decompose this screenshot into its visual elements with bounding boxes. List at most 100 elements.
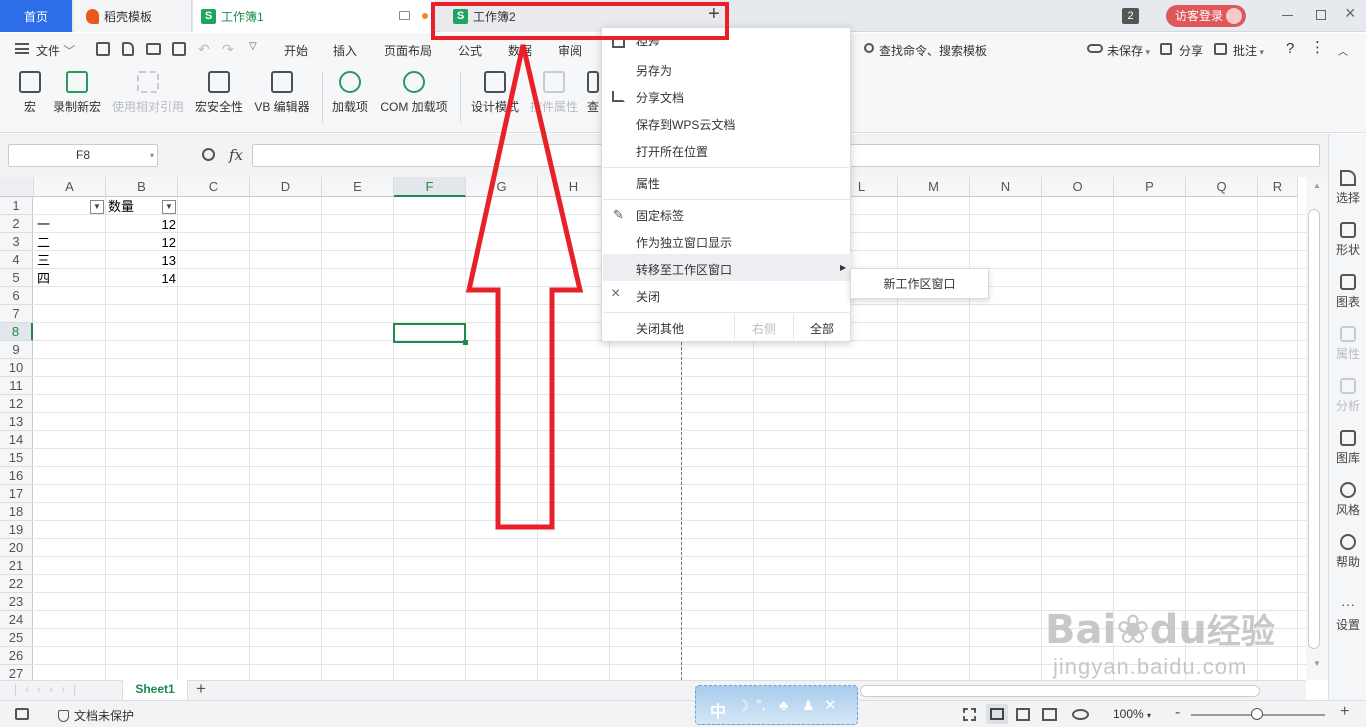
- close-window-button[interactable]: ×: [1345, 3, 1356, 24]
- row-header[interactable]: 25: [0, 629, 33, 647]
- cell-b1[interactable]: 数量: [108, 198, 134, 216]
- unsaved-status[interactable]: 未保存 ▾: [1107, 42, 1150, 59]
- more-options-icon[interactable]: ⋮: [1310, 38, 1325, 56]
- row-header[interactable]: 24: [0, 611, 33, 629]
- page-layout-view-icon[interactable]: [1042, 708, 1057, 721]
- restore-button[interactable]: [1316, 10, 1326, 20]
- ctx-close[interactable]: 关闭: [636, 288, 660, 305]
- ime-chinese-mode[interactable]: 中: [710, 698, 726, 722]
- scroll-up-arrow[interactable]: ▲: [1313, 181, 1321, 190]
- row-header[interactable]: 22: [0, 575, 33, 593]
- row-header[interactable]: 7: [0, 305, 33, 323]
- side-chart[interactable]: 图表: [1329, 274, 1366, 310]
- punctuation-icon[interactable]: °,: [756, 696, 766, 712]
- save-icon[interactable]: [96, 42, 110, 56]
- column-header[interactable]: B: [106, 177, 178, 197]
- name-box[interactable]: F8 ▾: [8, 144, 158, 167]
- fx-button[interactable]: fx: [229, 146, 243, 164]
- row-header[interactable]: 19: [0, 521, 33, 539]
- row-header[interactable]: 8: [0, 323, 33, 341]
- column-header[interactable]: E: [322, 177, 394, 197]
- column-header[interactable]: M: [898, 177, 970, 197]
- record-macro-button[interactable]: 录制新宏: [52, 71, 102, 115]
- column-header[interactable]: R: [1258, 177, 1298, 197]
- filter-dropdown-a1[interactable]: ▼: [90, 200, 104, 214]
- normal-view-icon[interactable]: [986, 704, 1008, 724]
- ime-toolbar[interactable]: 中 ☽ °, ♣ ♟ ✕: [695, 685, 858, 725]
- ctx-pin-tab[interactable]: 固定标签: [636, 207, 684, 224]
- row-header[interactable]: 18: [0, 503, 33, 521]
- row-header[interactable]: 1: [0, 197, 33, 215]
- column-header[interactable]: P: [1114, 177, 1186, 197]
- comment-button[interactable]: 批注 ▾: [1233, 42, 1264, 59]
- print-preview-icon[interactable]: [172, 42, 186, 56]
- cell-b4[interactable]: 13: [106, 252, 176, 270]
- sheet-nav-arrows[interactable]: |‹‹››|: [14, 682, 84, 696]
- sheet-tab-sheet1[interactable]: Sheet1: [122, 680, 188, 701]
- scroll-down-arrow[interactable]: ▼: [1313, 659, 1321, 668]
- row-header[interactable]: 5: [0, 269, 33, 287]
- row-header[interactable]: 21: [0, 557, 33, 575]
- ctx-share-doc[interactable]: 分享文档: [636, 89, 684, 106]
- column-header[interactable]: N: [970, 177, 1042, 197]
- ctx-save-as[interactable]: 另存为: [636, 62, 672, 79]
- side-shape[interactable]: 形状: [1329, 222, 1366, 258]
- share-button[interactable]: 分享: [1179, 42, 1203, 59]
- fullscreen-icon[interactable]: [963, 708, 976, 721]
- control-properties-button[interactable]: 控件属性: [528, 71, 580, 115]
- tab-docer[interactable]: 稻壳模板: [74, 0, 192, 32]
- row-header[interactable]: 3: [0, 233, 33, 251]
- zoom-in-button[interactable]: +: [1340, 703, 1349, 721]
- side-help[interactable]: 帮助: [1329, 534, 1366, 570]
- ctx-open-location[interactable]: 打开所在位置: [636, 143, 708, 160]
- row-header[interactable]: 14: [0, 431, 33, 449]
- tab-home[interactable]: 首页: [0, 0, 72, 32]
- file-menu[interactable]: 文件 ﹀: [36, 42, 75, 59]
- side-style[interactable]: 风格: [1329, 482, 1366, 518]
- column-header[interactable]: D: [250, 177, 322, 197]
- side-gallery[interactable]: 图库: [1329, 430, 1366, 466]
- format-painter-icon[interactable]: [122, 42, 134, 56]
- relative-reference-button[interactable]: 使用相对引用: [110, 71, 186, 115]
- row-header[interactable]: 26: [0, 647, 33, 665]
- zoom-slider-thumb[interactable]: [1251, 708, 1263, 720]
- row-header[interactable]: 15: [0, 449, 33, 467]
- skin-icon[interactable]: ♣: [779, 697, 788, 713]
- column-header[interactable]: C: [178, 177, 250, 197]
- help-icon[interactable]: ?: [1286, 40, 1294, 57]
- column-header[interactable]: G: [466, 177, 538, 197]
- menu-insert[interactable]: 插入: [333, 42, 357, 59]
- scroll-thumb[interactable]: [1308, 209, 1320, 649]
- ctx-save-wps-cloud[interactable]: 保存到WPS云文档: [636, 116, 735, 133]
- row-header[interactable]: 16: [0, 467, 33, 485]
- ctx-properties[interactable]: 属性: [636, 175, 660, 192]
- menu-formula[interactable]: 公式: [458, 42, 482, 59]
- command-search[interactable]: 查找命令、搜索模板: [879, 42, 987, 59]
- row-header[interactable]: 12: [0, 395, 33, 413]
- column-header[interactable]: A: [34, 177, 106, 197]
- macro-button[interactable]: 宏: [14, 71, 46, 115]
- cell-a5[interactable]: 四: [37, 270, 50, 288]
- status-toggle-icon[interactable]: [15, 708, 29, 720]
- row-header[interactable]: 2: [0, 215, 33, 233]
- page-break-view-icon[interactable]: [1016, 708, 1030, 721]
- row-header[interactable]: 23: [0, 593, 33, 611]
- cell-b3[interactable]: 12: [106, 234, 176, 252]
- filter-dropdown-b1[interactable]: ▼: [162, 200, 176, 214]
- column-header[interactable]: O: [1042, 177, 1114, 197]
- eye-protection-icon[interactable]: [1072, 709, 1089, 720]
- moon-icon[interactable]: ☽: [736, 697, 749, 715]
- row-header[interactable]: 9: [0, 341, 33, 359]
- add-sheet-button[interactable]: +: [196, 679, 206, 699]
- column-header[interactable]: H: [538, 177, 610, 197]
- menu-data[interactable]: 数据: [508, 42, 532, 59]
- cell-a3[interactable]: 二: [37, 234, 50, 252]
- cell-b2[interactable]: 12: [106, 216, 176, 234]
- select-all-corner[interactable]: [0, 177, 34, 197]
- vb-editor-button[interactable]: VB 编辑器: [252, 71, 312, 115]
- ctx-close-others[interactable]: 关闭其他: [636, 320, 684, 337]
- side-analyze[interactable]: 分析: [1329, 378, 1366, 414]
- doc-protect-status[interactable]: 文档未保护: [58, 707, 134, 724]
- design-mode-button[interactable]: 设计模式: [469, 71, 521, 115]
- cell-a4[interactable]: 三: [37, 252, 50, 270]
